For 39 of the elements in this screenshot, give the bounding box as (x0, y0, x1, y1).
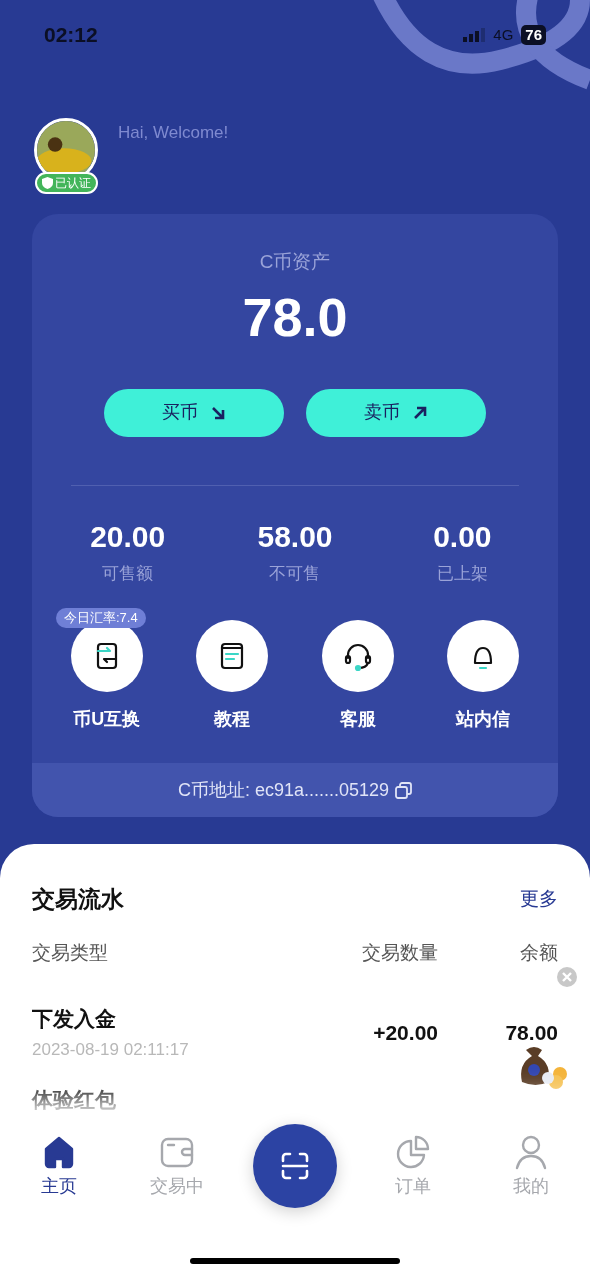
section-title: 交易流水 (32, 885, 124, 914)
stat-label: 已上架 (436, 562, 488, 585)
action-label: 客服 (339, 708, 376, 731)
transaction-type: 体验红包 (32, 1087, 117, 1113)
greeting-text: Hai, Welcome! (118, 122, 229, 144)
verified-badge: 已认证 (34, 172, 98, 194)
assets-value: 78.0 (242, 286, 348, 347)
buy-button[interactable]: 买币 (104, 388, 284, 437)
scan-icon (279, 1150, 311, 1182)
stat-value: 20.00 (90, 518, 166, 555)
assets-label: C币资产 (259, 250, 331, 274)
column-header: 余额 (519, 940, 558, 965)
copy-icon[interactable] (395, 781, 413, 799)
arrow-up-right-icon (412, 404, 428, 421)
transaction-amount: +20.00 (372, 1019, 438, 1046)
scan-button[interactable] (253, 1124, 337, 1208)
transaction-type: 下发入金 (32, 1006, 117, 1032)
arrow-down-right-icon (210, 404, 226, 421)
stat-label: 不可售 (269, 562, 321, 585)
address-text: C币地址: ec91a.......05129 (177, 778, 390, 802)
nav-tab[interactable]: 主页 (0, 1132, 118, 1200)
network-label: 4G (493, 24, 514, 45)
action-label: 站内信 (456, 708, 511, 731)
more-link[interactable]: 更多 (520, 885, 558, 914)
stat-value: 0.00 (433, 518, 492, 555)
stat-label: 可售额 (102, 562, 154, 585)
column-header: 交易数量 (361, 940, 438, 965)
sell-button[interactable]: 卖币 (306, 388, 486, 437)
exchange-rate-tooltip: 今日汇率:7.4 (56, 608, 146, 628)
signal-icon (463, 28, 486, 42)
action-label: 教程 (214, 708, 251, 731)
transaction-time: 2023-08-19 02:11:17 (32, 1038, 190, 1061)
status-time: 02:12 (44, 22, 98, 49)
stat-value: 58.00 (257, 518, 333, 555)
battery-indicator: 76 (521, 25, 546, 45)
column-header: 交易类型 (32, 940, 109, 965)
shield-icon (41, 177, 53, 189)
transaction-balance: 78.00 (504, 1019, 558, 1046)
action-label: 币U互换 (73, 708, 141, 731)
